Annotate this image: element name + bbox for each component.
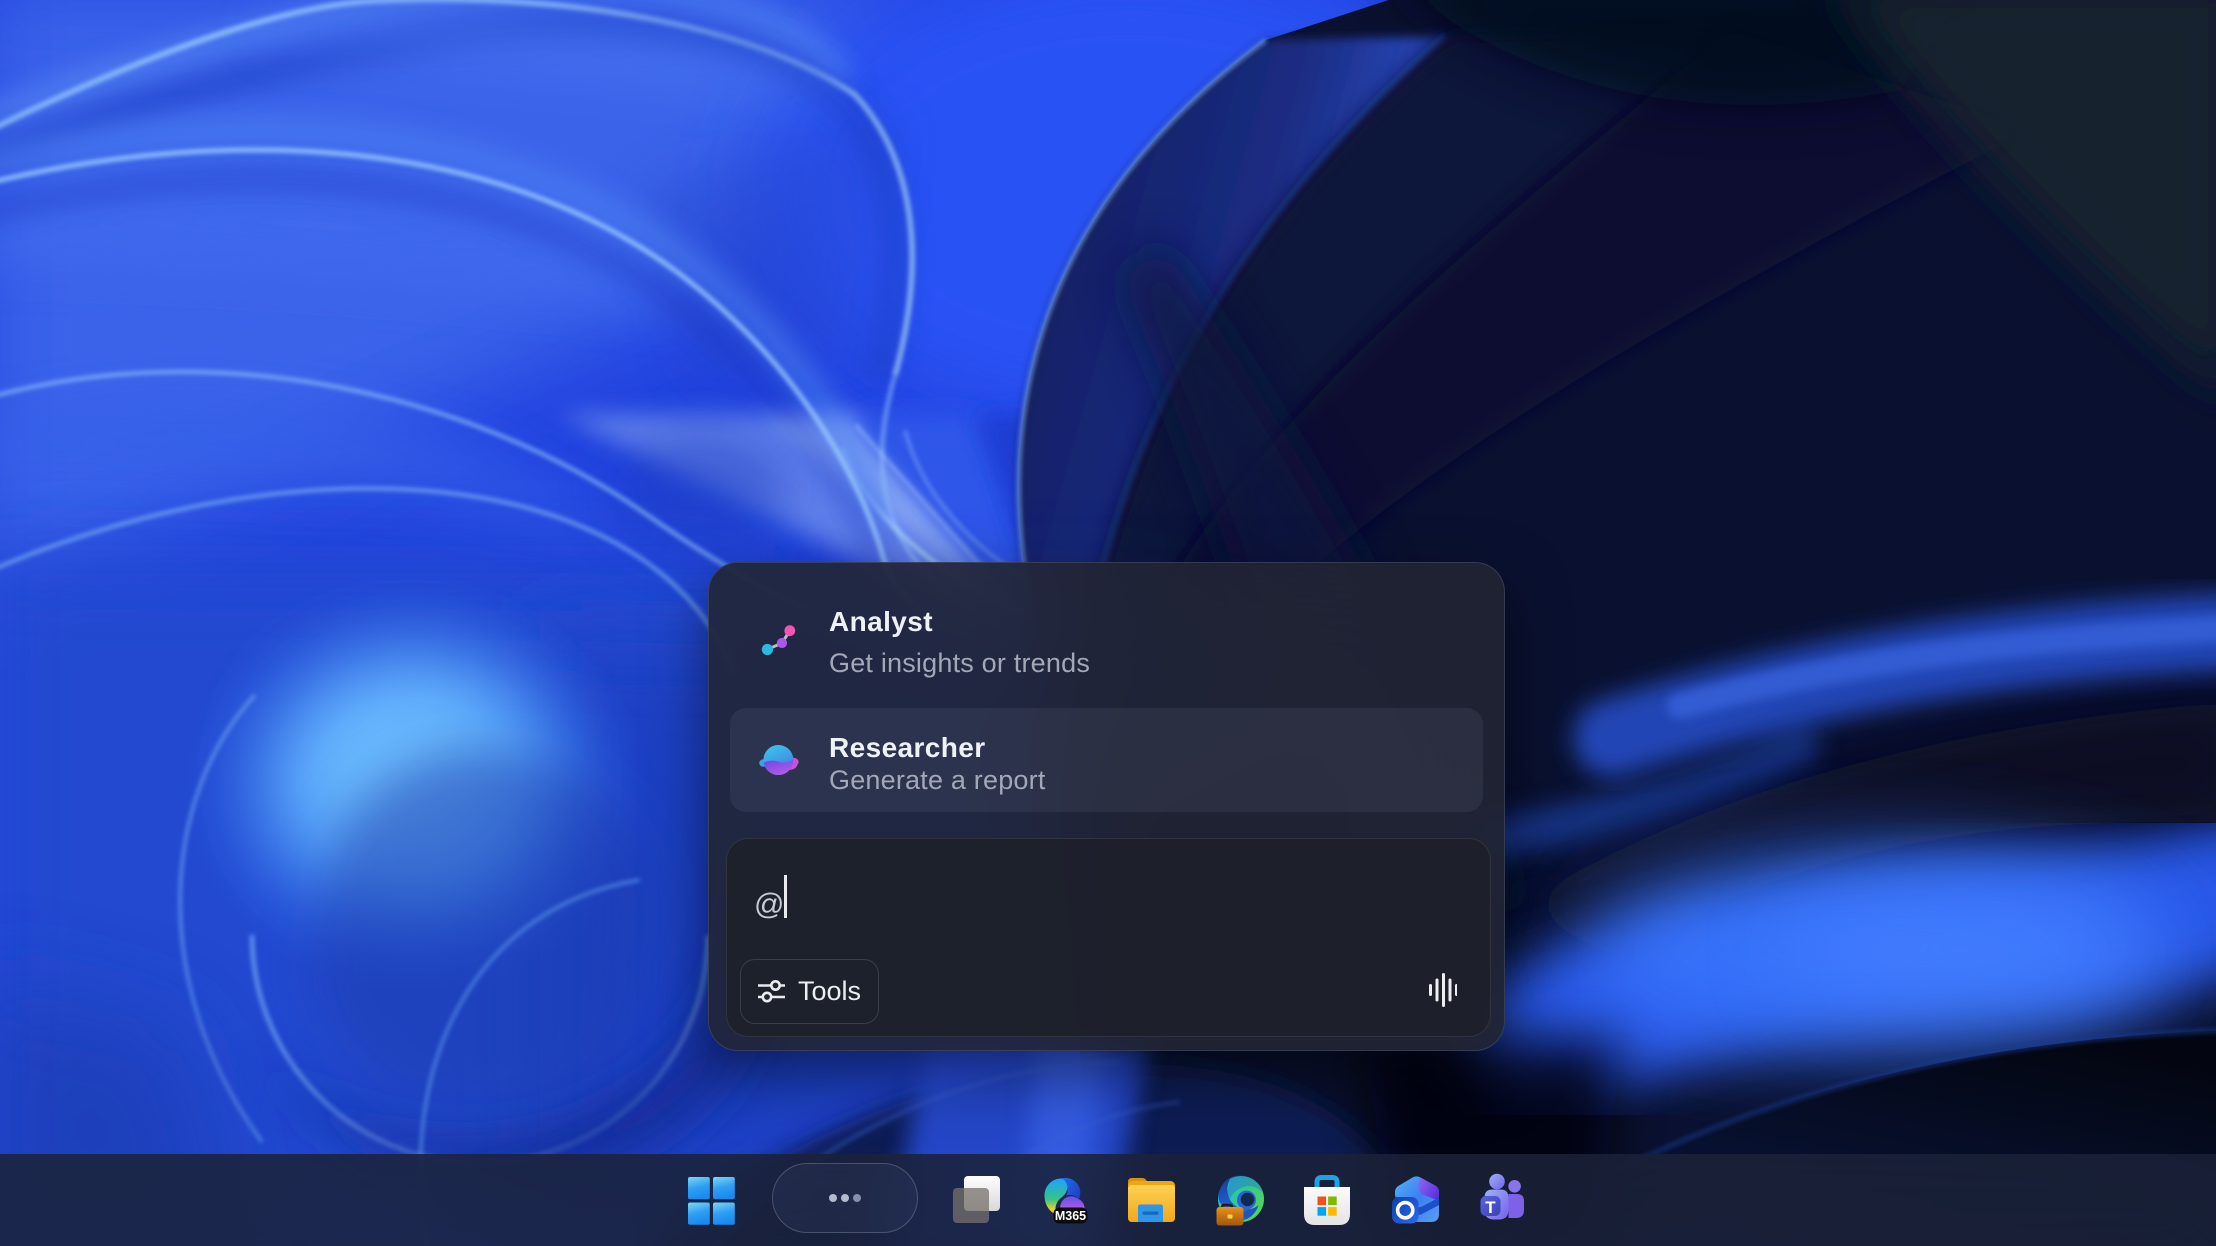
svg-text:M365: M365 [1055, 1209, 1086, 1223]
svg-text:T: T [1485, 1198, 1496, 1217]
